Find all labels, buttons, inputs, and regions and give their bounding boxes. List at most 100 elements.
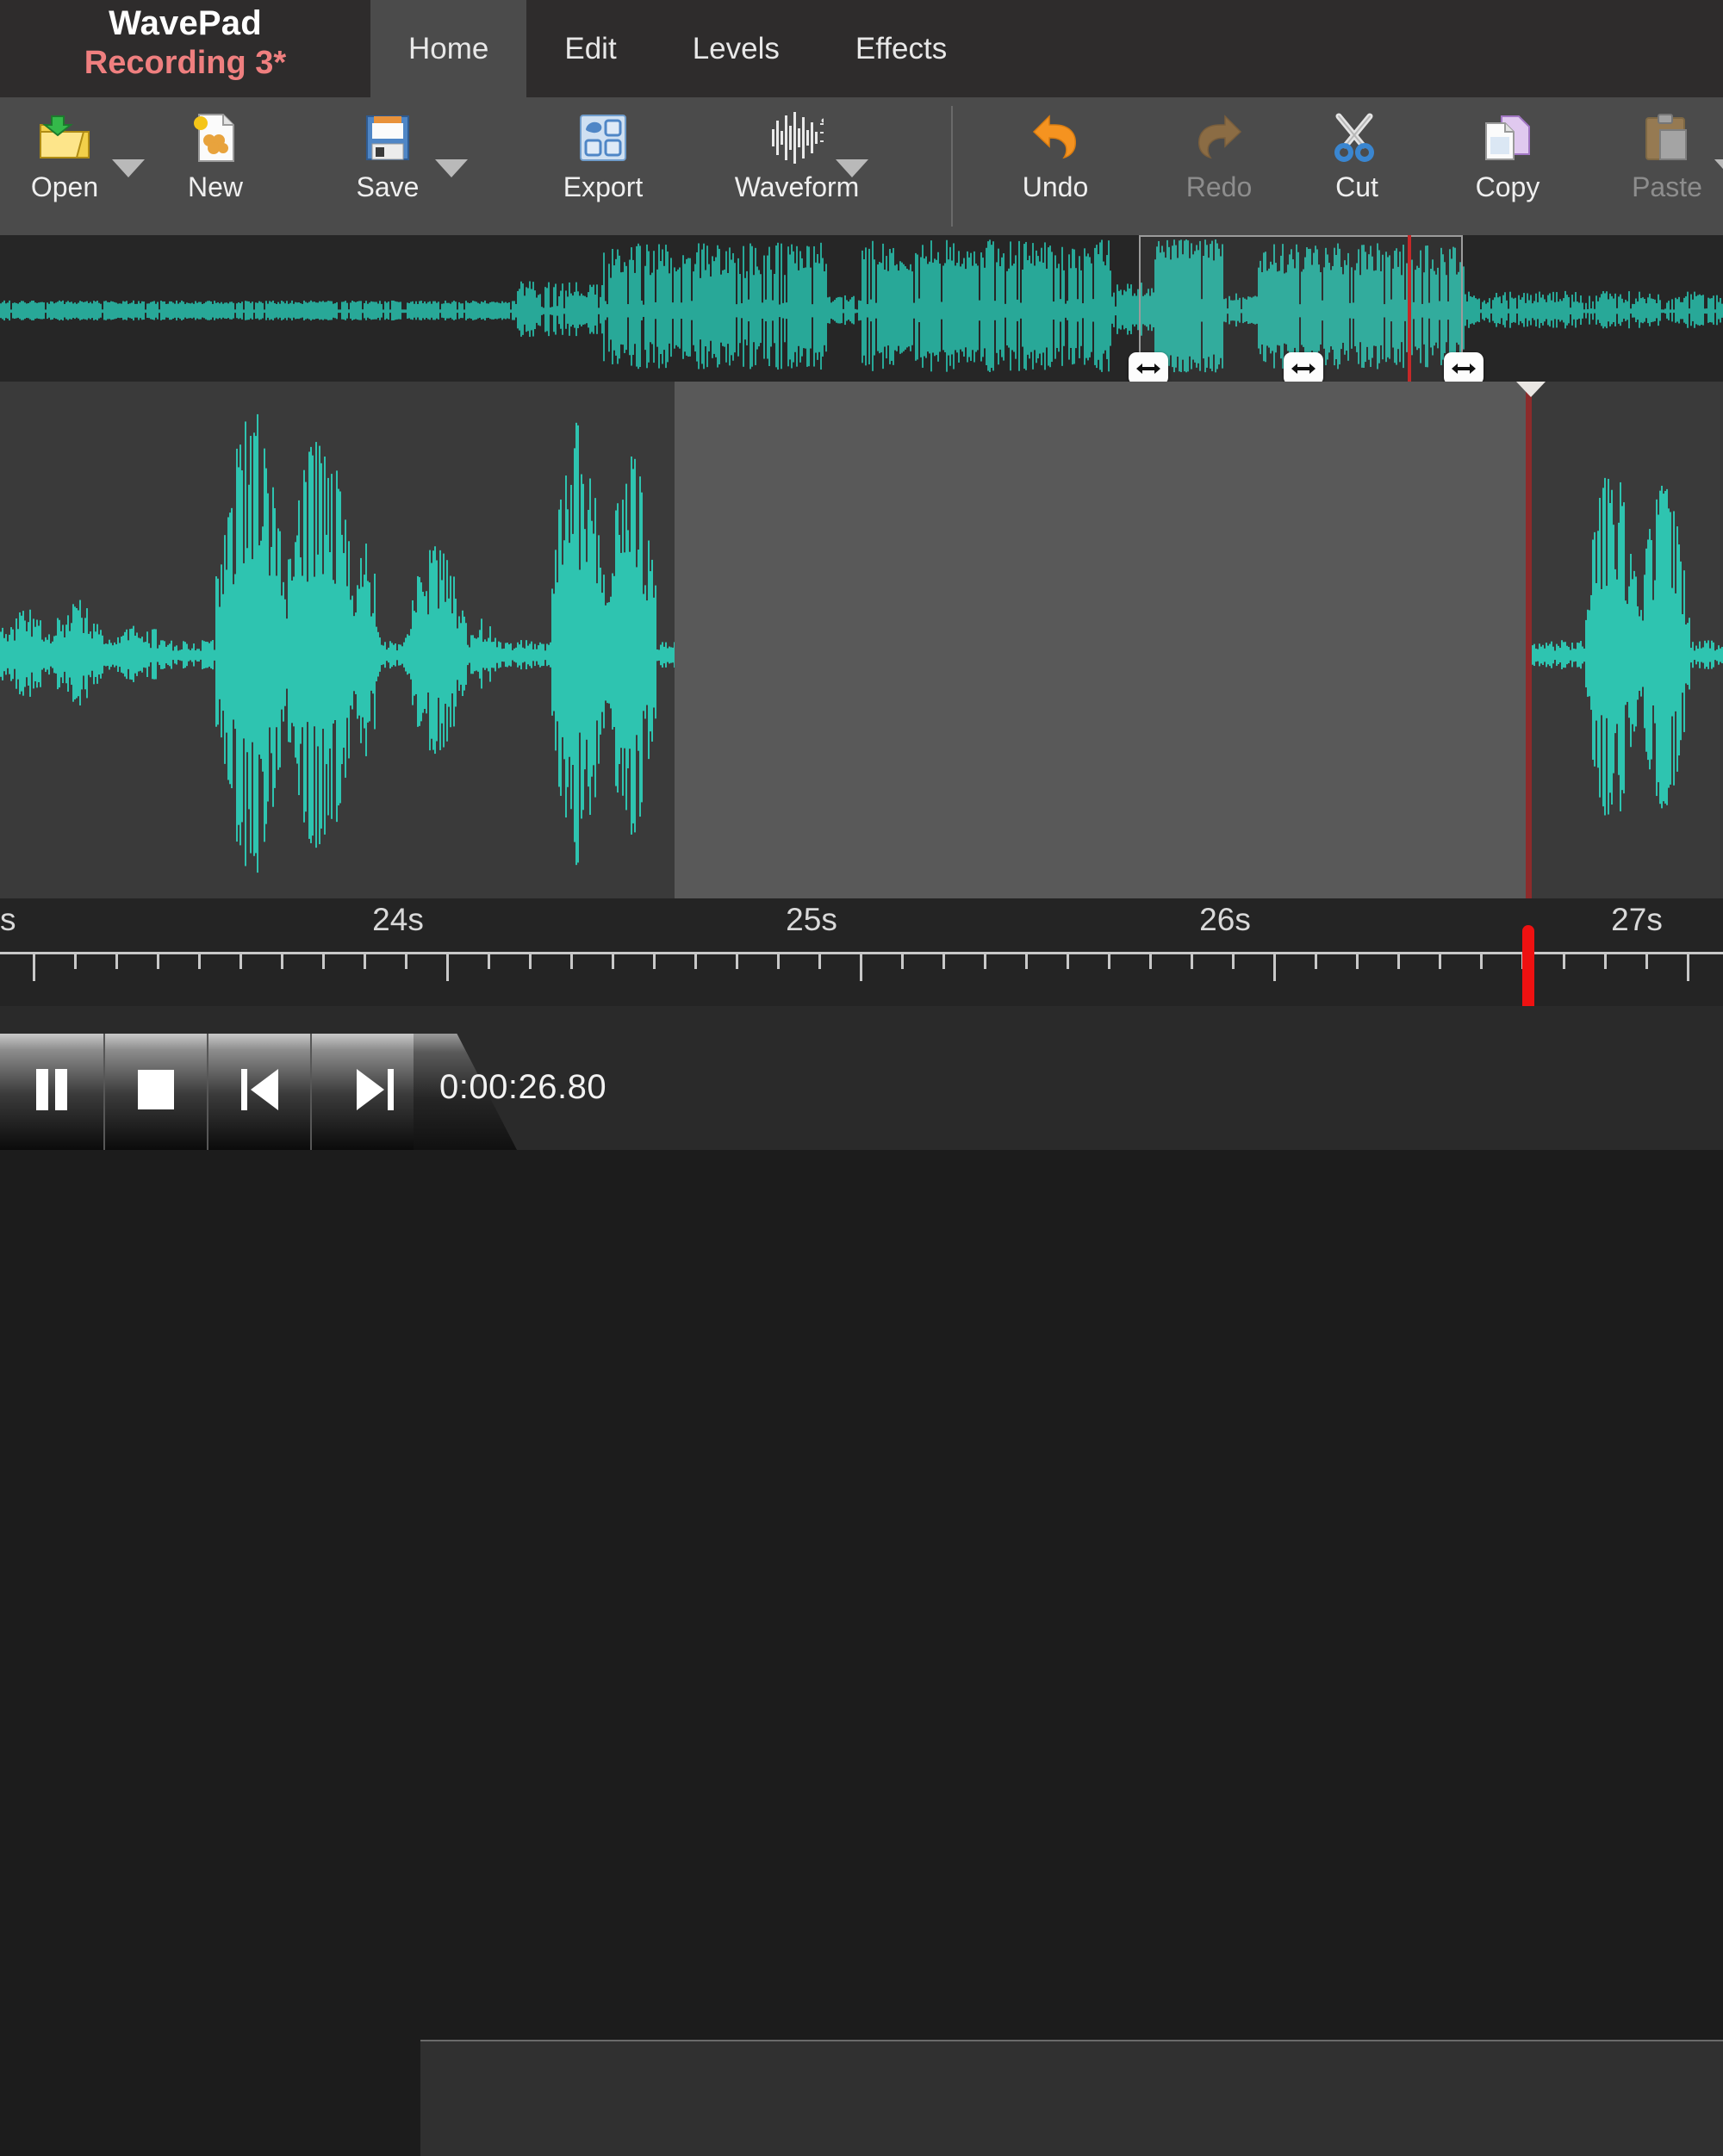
export-grid-icon (579, 109, 627, 166)
timecode-display: 0:00:26.80 (439, 1068, 607, 1106)
ruler-tick (1232, 952, 1235, 969)
playhead-handle[interactable] (1516, 382, 1546, 397)
ribbon-item-label: Copy (1475, 171, 1540, 202)
tab-home[interactable]: Home (370, 0, 527, 97)
open-folder-icon (38, 109, 91, 166)
ruler-tick (405, 952, 407, 969)
app-title: WavePad (109, 4, 262, 42)
ruler-tick (488, 952, 490, 969)
skip-next-icon (353, 1067, 398, 1116)
ribbon-separator (951, 106, 953, 227)
ruler-tick (570, 952, 573, 969)
ribbon-item-label: Cut (1335, 171, 1378, 202)
new-document-icon (190, 109, 240, 166)
time-ruler[interactable]: s 24s 25s 26s 27s (0, 898, 1723, 1006)
cut-button[interactable]: Cut (1292, 97, 1421, 235)
copy-button[interactable]: Copy (1443, 97, 1572, 235)
ruler-tick (818, 952, 821, 969)
ruler-tick (1108, 952, 1110, 969)
ruler-tick (777, 952, 780, 969)
ruler-tick (1480, 952, 1483, 969)
selection-drag-handle[interactable] (1444, 352, 1484, 385)
paste-button: Paste (1602, 97, 1723, 235)
ribbon-item-label: Export (563, 171, 644, 202)
ribbon-item-label: Save (356, 171, 420, 202)
tab-bar: Home Edit Levels Effects (370, 0, 985, 97)
wavepad-window: WavePad Recording 3* Home Edit Levels Effec… (0, 0, 1723, 2156)
undo-button[interactable]: Undo (991, 97, 1120, 235)
timecode-panel (420, 2040, 1723, 2156)
ruler-tick (1356, 952, 1359, 969)
scissors-icon (1332, 109, 1382, 166)
ruler-tick (1067, 952, 1069, 969)
stop-icon (134, 1067, 177, 1116)
ruler-time-label: s (0, 902, 16, 937)
ruler-tick (942, 952, 945, 969)
ruler-tick (1439, 952, 1441, 969)
clipboard-icon (1643, 109, 1691, 166)
ruler-time-label: 25s (786, 902, 837, 937)
stop-button[interactable] (103, 1034, 207, 1150)
ruler-tick (529, 952, 532, 969)
ruler-tick (1149, 952, 1152, 969)
main-waveform-canvas[interactable] (0, 382, 1723, 898)
tab-edit[interactable]: Edit (526, 0, 654, 97)
ruler-tick (33, 952, 35, 981)
ruler-tick (736, 952, 738, 969)
chevron-down-icon[interactable] (1714, 159, 1723, 177)
selection-region[interactable] (675, 382, 1529, 898)
selection-drag-handle[interactable] (1129, 352, 1168, 385)
ruler-time-label: 26s (1199, 902, 1251, 937)
selection-drag-handle[interactable] (1284, 352, 1323, 385)
copy-pages-icon (1483, 109, 1533, 166)
ruler-time-label: 24s (372, 902, 424, 937)
ruler-time-label: 27s (1611, 902, 1663, 937)
ruler-tick (612, 952, 614, 969)
redo-button: Redo (1154, 97, 1284, 235)
ribbon-item-label: Redo (1185, 171, 1253, 202)
ruler-playhead-marker[interactable] (1522, 925, 1534, 1006)
ruler-tick (1645, 952, 1648, 969)
ruler-tick (115, 952, 118, 969)
tab-effects[interactable]: Effects (818, 0, 985, 97)
pause-icon (30, 1067, 73, 1116)
chevron-down-icon[interactable] (836, 159, 868, 177)
ribbon-toolbar: Open New Save Export Waveform Undo Redo … (0, 97, 1723, 236)
ruler-tick (1604, 952, 1607, 969)
ruler-tick (1315, 952, 1317, 969)
title-bar: WavePad Recording 3* Home Edit Levels Effec… (0, 0, 1723, 97)
ruler-tick (322, 952, 325, 969)
undo-arrow-icon (1029, 109, 1082, 166)
chevron-down-icon[interactable] (112, 159, 145, 177)
resize-horizontal-icon (1136, 363, 1160, 374)
ruler-tick (446, 952, 449, 981)
export-button[interactable]: Export (538, 97, 668, 235)
ruler-tick (901, 952, 904, 969)
ruler-tick (198, 952, 201, 969)
ruler-tick (1687, 952, 1689, 981)
save-button[interactable]: Save (323, 97, 452, 235)
file-name-label: Recording 3* (84, 45, 287, 81)
ribbon-item-label: Open (30, 171, 99, 202)
chevron-down-icon[interactable] (435, 159, 468, 177)
skip-previous-button[interactable] (207, 1034, 310, 1150)
pause-button[interactable] (0, 1034, 103, 1150)
ruler-tick (653, 952, 656, 969)
open-button[interactable]: Open (0, 97, 129, 235)
ruler-tick (74, 952, 77, 969)
redo-arrow-icon (1192, 109, 1246, 166)
ruler-tick (239, 952, 242, 969)
playhead-line[interactable] (1526, 382, 1532, 898)
ribbon-item-label: New (187, 171, 243, 202)
waveform-icon (770, 109, 824, 166)
tab-levels[interactable]: Levels (655, 0, 818, 97)
ribbon-item-label: Paste (1632, 171, 1702, 202)
resize-horizontal-icon (1291, 363, 1316, 374)
resize-horizontal-icon (1452, 363, 1476, 374)
ruler-tick (1025, 952, 1028, 969)
ruler-tick (1563, 952, 1565, 969)
ruler-tick (1191, 952, 1193, 969)
transport-controls (0, 1034, 439, 1150)
new-button[interactable]: New (151, 97, 280, 235)
ruler-tick (860, 952, 862, 981)
